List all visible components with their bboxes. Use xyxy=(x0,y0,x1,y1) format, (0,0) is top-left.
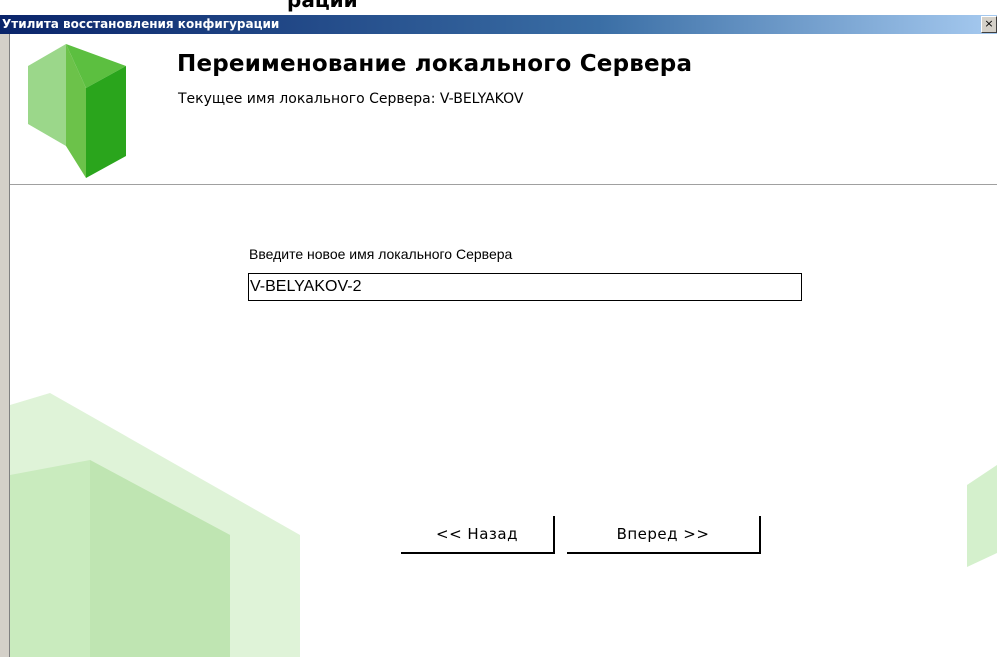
wizard-header: Переименование локального Сервера Текуще… xyxy=(10,34,997,185)
close-icon[interactable]: × xyxy=(981,16,997,33)
page-title: Переименование локального Сервера xyxy=(177,51,693,77)
new-name-label: Введите новое имя локального Сервера xyxy=(249,246,513,262)
window-title: Утилита восстановления конфигурации xyxy=(2,17,280,31)
hexagon-decoration-right-icon xyxy=(967,465,997,567)
title-bar: Утилита восстановления конфигурации × xyxy=(0,15,997,34)
current-server-name: Текущее имя локального Сервера: V-BELYAK… xyxy=(178,91,524,107)
next-button[interactable]: Вперед >> xyxy=(567,516,761,554)
server-name-input[interactable] xyxy=(248,273,802,301)
top-strip: рации xyxy=(0,0,997,15)
back-button[interactable]: << Назад xyxy=(401,516,555,554)
window-frame xyxy=(0,34,10,657)
clipped-text: рации xyxy=(287,0,358,12)
hexagon-decoration-icon xyxy=(10,393,300,657)
app-logo-icon xyxy=(28,44,126,178)
wizard-body: Введите новое имя локального Сервера << … xyxy=(10,185,997,657)
